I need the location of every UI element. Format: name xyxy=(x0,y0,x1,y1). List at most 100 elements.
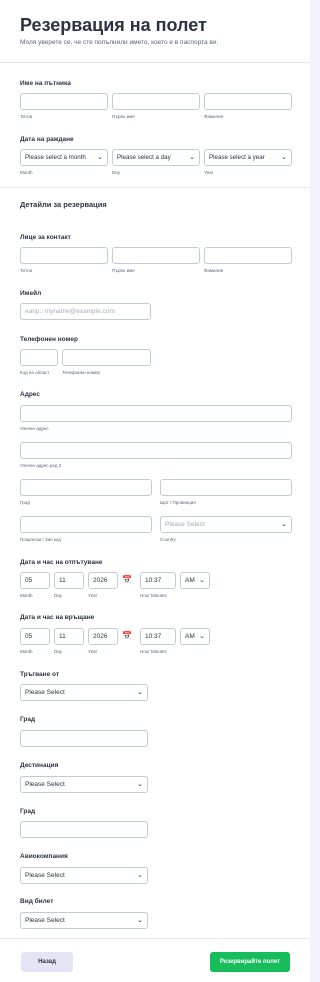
dest-city-input[interactable] xyxy=(20,821,148,838)
form-header: Резервация на полет Моля уверете се, че … xyxy=(20,14,300,46)
return-month-sublabel: Month xyxy=(20,649,33,654)
phone-area-sublabel: Код на област xyxy=(20,370,50,375)
airline-select[interactable]: Please Select ⌄ xyxy=(20,867,148,884)
destination-select[interactable]: Please Select ⌄ xyxy=(20,776,148,793)
calendar-icon[interactable]: 📅 xyxy=(122,631,132,641)
birth-day-value: Please select a day xyxy=(117,154,171,161)
departure-label: Дата и час на отпътуване xyxy=(20,559,103,566)
country-sublabel: Country xyxy=(160,537,176,542)
destination-label: Дестинация xyxy=(20,762,59,769)
passenger-last-sublabel: Фамилия xyxy=(204,114,224,119)
return-day-input[interactable]: 11 xyxy=(54,628,84,645)
chevron-down-icon: ⌄ xyxy=(281,521,287,528)
contact-last-name-input[interactable] xyxy=(204,247,292,264)
departure-time-sublabel: Hour Minutes xyxy=(140,593,167,598)
country-placeholder: Please Select xyxy=(165,521,205,528)
departing-from-value: Please Select xyxy=(25,689,65,696)
departure-month-input[interactable]: 05 xyxy=(20,572,50,589)
departure-year-sublabel: Year xyxy=(88,593,98,598)
chevron-down-icon: ⌄ xyxy=(137,872,143,879)
back-button[interactable]: Назад xyxy=(21,952,73,972)
phone-number-sublabel: Телефонен номер xyxy=(62,370,100,375)
contact-last-sublabel: Фамилия xyxy=(204,268,224,273)
details-section-heading: Детайли за резервация xyxy=(20,200,107,209)
airline-value: Please Select xyxy=(25,872,65,879)
phone-label: Телефонен номер xyxy=(20,336,78,343)
departure-ampm-select[interactable]: AM ⌄ xyxy=(180,572,210,589)
ticket-type-select[interactable]: Please Select ⌄ xyxy=(20,912,148,929)
departing-from-select[interactable]: Please Select ⌄ xyxy=(20,684,148,701)
ticket-type-value: Please Select xyxy=(25,917,65,924)
passenger-first-sublabel: Първо име xyxy=(112,114,135,119)
return-ampm-value: AM xyxy=(185,633,195,640)
return-time-input[interactable]: 10:37 xyxy=(140,628,176,645)
phone-number-input[interactable] xyxy=(62,349,151,366)
return-month-input[interactable]: 05 xyxy=(20,628,50,645)
chevron-down-icon: ⌄ xyxy=(137,781,143,788)
contact-person-label: Лице за контакт xyxy=(20,234,71,241)
birth-month-select[interactable]: Please select a month ⌄ xyxy=(20,149,108,166)
from-city-input[interactable] xyxy=(20,730,148,747)
dest-city-label: Град xyxy=(20,808,36,815)
departure-month-sublabel: Month xyxy=(20,593,33,598)
departure-day-input[interactable]: 11 xyxy=(54,572,84,589)
destination-value: Please Select xyxy=(25,781,65,788)
chevron-down-icon: ⌄ xyxy=(137,689,143,696)
return-time-sublabel: Hour Minutes xyxy=(140,649,167,654)
return-ampm-select[interactable]: AM ⌄ xyxy=(180,628,210,645)
street-address-sublabel: Уличен адрес xyxy=(20,426,49,431)
departure-time-input[interactable]: 10:37 xyxy=(140,572,176,589)
phone-area-code-input[interactable] xyxy=(20,349,58,366)
zip-input[interactable] xyxy=(20,516,152,533)
chevron-down-icon: ⌄ xyxy=(189,154,195,161)
departing-from-label: Тръгване от xyxy=(20,671,60,678)
contact-title-sublabel: Титла xyxy=(20,268,33,273)
book-flight-button[interactable]: Резервирайте полет xyxy=(210,952,290,972)
chevron-down-icon: ⌄ xyxy=(97,154,103,161)
birth-day-select[interactable]: Please select a day ⌄ xyxy=(112,149,200,166)
passenger-name-label: Име на пътника xyxy=(20,80,71,87)
address-label: Адрес xyxy=(20,391,40,398)
contact-title-input[interactable] xyxy=(20,247,108,264)
contact-first-sublabel: Първо име xyxy=(112,268,135,273)
street-address-2-sublabel: Уличен адрес ред 2 xyxy=(20,463,62,468)
return-day-sublabel: Day xyxy=(54,649,63,654)
airline-label: Авиокомпания xyxy=(20,853,68,860)
birth-year-sublabel: Year xyxy=(204,170,214,175)
birth-month-value: Please select a month xyxy=(25,154,86,161)
street-address-input[interactable] xyxy=(20,405,292,422)
calendar-icon[interactable]: 📅 xyxy=(122,575,132,585)
birth-month-sublabel: Month xyxy=(20,170,33,175)
birth-date-label: Дата на раждане xyxy=(20,136,74,143)
birth-day-sublabel: Day xyxy=(112,170,121,175)
page-title: Резервация на полет xyxy=(20,15,207,35)
page-subtitle: Моля уверете се, че сте попълнили името,… xyxy=(20,39,219,46)
email-label: Имейл xyxy=(20,290,42,297)
email-field[interactable]: напр.: myname@example.com xyxy=(20,303,151,320)
city-input[interactable] xyxy=(20,479,152,496)
return-year-input[interactable]: 2026 xyxy=(88,628,118,645)
birth-year-select[interactable]: Please select a year ⌄ xyxy=(204,149,292,166)
departure-ampm-value: AM xyxy=(185,577,195,584)
state-sublabel: Щат / Провинция xyxy=(160,500,196,505)
zip-sublabel: Пощенски / Зип код xyxy=(20,537,61,542)
form-card: Резервация на полет Моля уверете се, че … xyxy=(0,0,310,982)
state-input[interactable] xyxy=(160,479,292,496)
passenger-title-sublabel: Титла xyxy=(20,114,33,119)
chevron-down-icon: ⌄ xyxy=(281,154,287,161)
country-select[interactable]: Please Select ⌄ xyxy=(160,516,292,533)
departure-year-input[interactable]: 2026 xyxy=(88,572,118,589)
chevron-down-icon: ⌄ xyxy=(199,577,205,584)
passenger-last-name-input[interactable] xyxy=(204,93,292,110)
chevron-down-icon: ⌄ xyxy=(199,633,205,640)
contact-first-name-input[interactable] xyxy=(112,247,200,264)
street-address-2-input[interactable] xyxy=(20,442,292,459)
section-divider xyxy=(0,187,310,188)
departure-day-sublabel: Day xyxy=(54,593,63,598)
city-sublabel: Град xyxy=(20,500,30,505)
birth-year-value: Please select a year xyxy=(209,154,265,161)
passenger-title-input[interactable] xyxy=(20,93,108,110)
return-label: Дата и час на връщане xyxy=(20,614,95,621)
passenger-first-name-input[interactable] xyxy=(112,93,200,110)
return-year-sublabel: Year xyxy=(88,649,98,654)
